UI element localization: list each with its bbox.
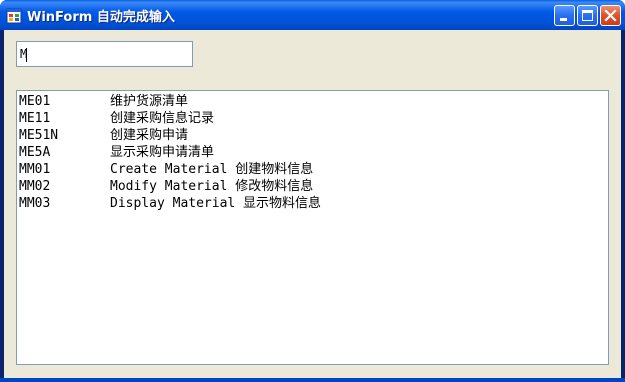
maximize-button[interactable] [577,5,598,26]
item-code: MM03 [19,196,51,211]
app-icon [6,8,22,24]
list-item[interactable]: ME51N 创建采购申请 [19,127,608,144]
list-item[interactable]: ME5A 显示采购申请清单 [19,144,608,161]
text-caret [26,47,28,62]
autocomplete-input[interactable]: M [16,41,193,67]
item-text: 创建采购申请 [110,128,189,143]
item-code: MM02 [19,179,51,194]
item-text: 维护货源清单 [110,94,189,109]
suggestion-list[interactable]: ME01 维护货源清单 ME11 创建采购信息记录 ME51N 创建采购申请 ME5A… [16,90,609,365]
list-item[interactable]: ME11 创建采购信息记录 [19,110,608,127]
item-text: Create Material 创建物料信息 [110,162,314,177]
client-area: M ME01 维护货源清单 ME11 创建采购信息记录 ME51N 创建采购申请 ME… [4,30,621,378]
list-item[interactable]: MM03 Display Material 显示物料信息 [19,195,608,212]
close-button[interactable] [600,5,621,26]
list-item[interactable]: ME01 维护货源清单 [19,93,608,110]
item-text: 显示采购申请清单 [110,145,215,160]
item-code: ME11 [19,111,51,126]
item-code: MM01 [19,162,51,177]
maximize-icon [582,10,593,21]
minimize-button[interactable] [554,5,575,26]
app-window: WinForm 自动完成输入 M ME01 维护货源清单 ME11 创建采购信息记录… [0,0,625,382]
close-icon [604,9,617,22]
window-bottom-border [0,378,625,382]
item-text: 创建采购信息记录 [110,111,215,126]
list-item[interactable]: MM02 Modify Material 修改物料信息 [19,178,608,195]
minimize-icon [560,18,567,21]
item-text: Display Material 显示物料信息 [110,196,322,211]
item-code: ME5A [19,145,51,160]
item-code: ME51N [19,128,59,143]
title-bar[interactable]: WinForm 自动完成输入 [0,0,625,30]
list-item[interactable]: MM01 Create Material 创建物料信息 [19,161,608,178]
item-code: ME01 [19,94,51,109]
item-text: Modify Material 修改物料信息 [110,179,314,194]
window-title: WinForm 自动完成输入 [27,10,175,25]
